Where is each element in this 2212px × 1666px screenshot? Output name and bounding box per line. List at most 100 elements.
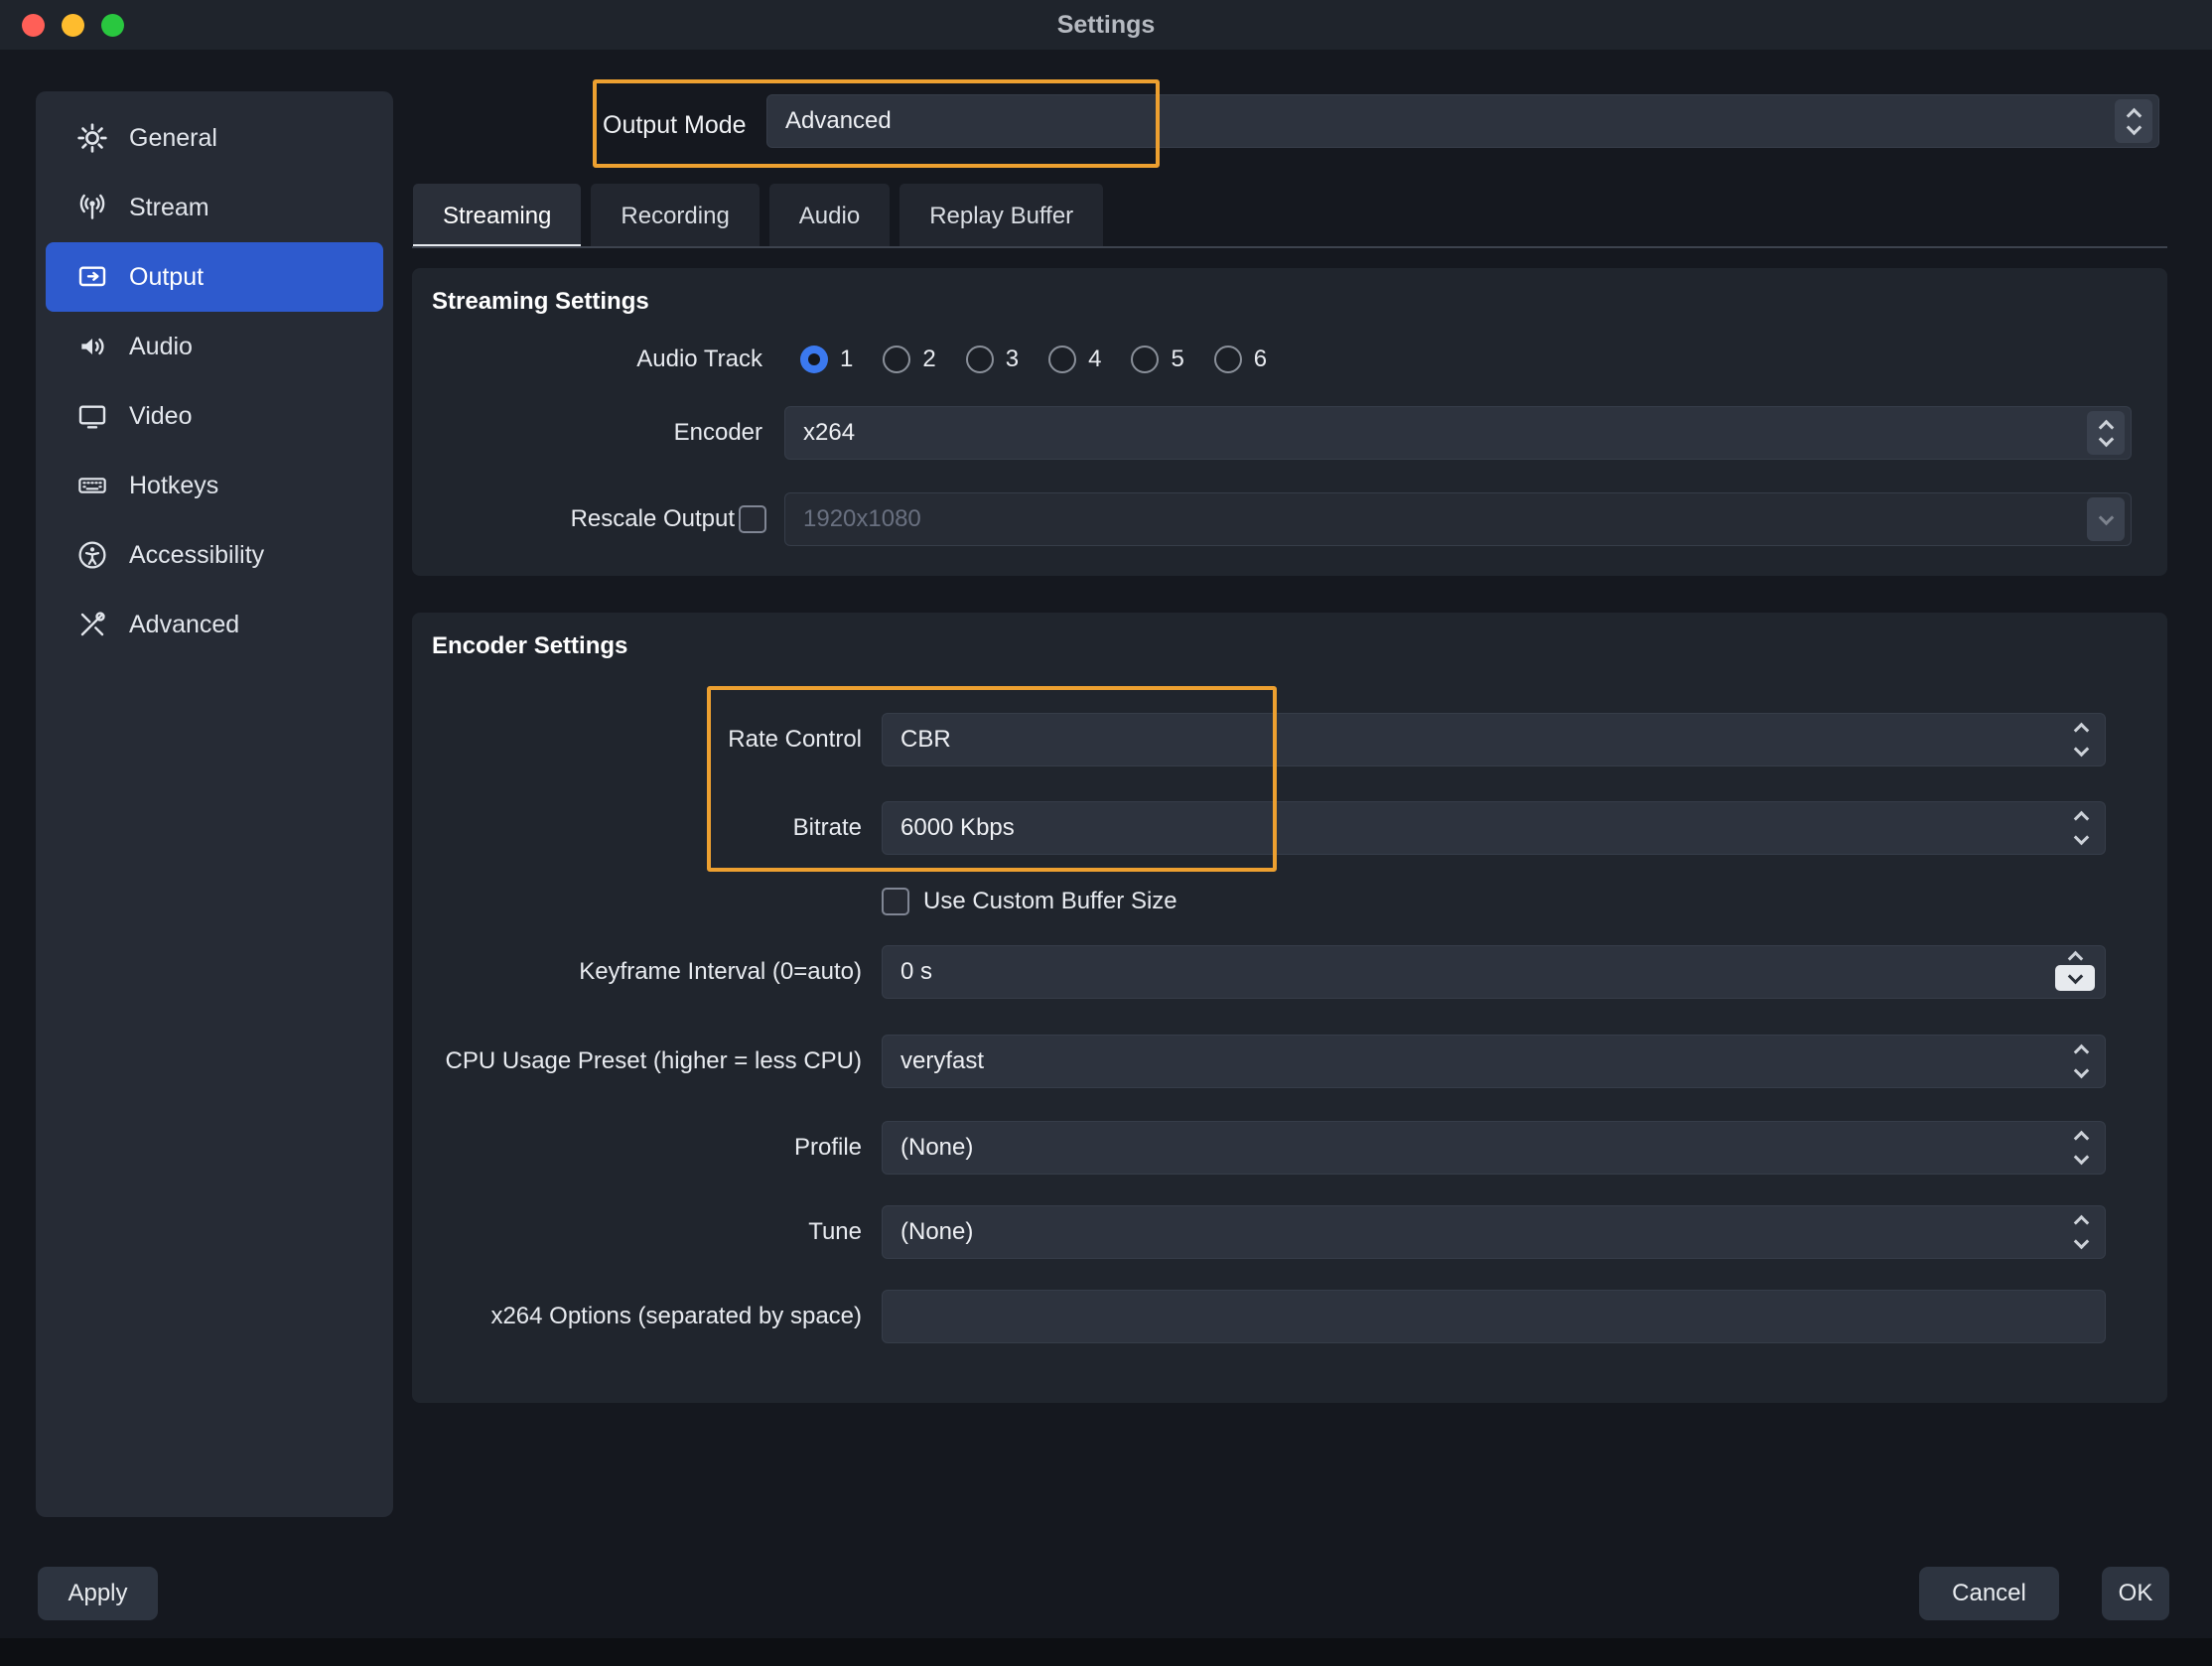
- sidebar-item-label: Stream: [129, 194, 209, 222]
- sidebar-item-advanced[interactable]: Advanced: [46, 590, 383, 659]
- bitrate-spinbox[interactable]: 6000 Kbps: [882, 801, 2106, 855]
- tune-select[interactable]: (None): [882, 1205, 2106, 1259]
- streaming-settings-title: Streaming Settings: [432, 288, 649, 316]
- audio-track-option-5[interactable]: 5: [1131, 346, 1183, 373]
- speaker-icon: [75, 330, 109, 363]
- chevron-up-icon: [2074, 810, 2090, 826]
- cpu-preset-stepper[interactable]: [2076, 1046, 2087, 1076]
- chevron-down-icon: [2074, 1234, 2090, 1250]
- audio-track-option-6[interactable]: 6: [1214, 346, 1267, 373]
- encoder-select[interactable]: x264: [784, 406, 2132, 460]
- keyframe-stepper[interactable]: [2055, 953, 2095, 991]
- rate-control-label: Rate Control: [412, 726, 862, 754]
- sidebar-item-label: General: [129, 124, 217, 153]
- window-title: Settings: [1057, 11, 1156, 40]
- apply-button[interactable]: Apply: [38, 1567, 158, 1620]
- rescale-output-checkbox[interactable]: [739, 505, 766, 533]
- keyframe-interval-value: 0 s: [883, 958, 2055, 986]
- profile-stepper[interactable]: [2076, 1133, 2087, 1163]
- sidebar-item-stream[interactable]: Stream: [46, 173, 383, 242]
- profile-select[interactable]: (None): [882, 1121, 2106, 1175]
- sidebar-item-label: Output: [129, 263, 204, 292]
- encoder-settings-panel: Encoder Settings Rate Control CBR Bitrat…: [412, 613, 2167, 1403]
- encoder-stepper[interactable]: [2087, 411, 2125, 455]
- cpu-usage-preset-select[interactable]: veryfast: [882, 1035, 2106, 1088]
- use-custom-buffer-label: Use Custom Buffer Size: [923, 888, 1177, 915]
- encoder-label: Encoder: [412, 419, 762, 447]
- chevron-down-icon: [2067, 969, 2083, 985]
- audio-track-option-2[interactable]: 2: [883, 346, 935, 373]
- chevron-down-icon: [2074, 1063, 2090, 1079]
- audio-track-label: Audio Track: [412, 346, 762, 373]
- rescale-dropdown-button[interactable]: [2087, 497, 2125, 541]
- chevron-up-icon: [2067, 951, 2083, 967]
- keyframe-interval-row: Keyframe Interval (0=auto) 0 s: [412, 945, 2106, 999]
- rescale-resolution-value: 1920x1080: [785, 505, 2087, 533]
- sidebar-item-label: Audio: [129, 333, 193, 361]
- output-mode-stepper[interactable]: [2115, 99, 2152, 143]
- encoder-value: x264: [785, 419, 2087, 447]
- sidebar-item-output[interactable]: Output: [46, 242, 383, 312]
- chevron-up-icon: [2074, 723, 2090, 739]
- cpu-usage-preset-label: CPU Usage Preset (higher = less CPU): [412, 1047, 862, 1075]
- keyframe-interval-label: Keyframe Interval (0=auto): [412, 958, 862, 986]
- rescale-output-label: Rescale Output: [412, 505, 735, 533]
- keyframe-interval-spinbox[interactable]: 0 s: [882, 945, 2106, 999]
- output-tabs: Streaming Recording Audio Replay Buffer: [413, 184, 1103, 248]
- radio-selected-icon: [800, 346, 828, 373]
- sidebar-item-video[interactable]: Video: [46, 381, 383, 451]
- settings-window: Settings General Stream Output Audio: [0, 0, 2212, 1666]
- tab-audio[interactable]: Audio: [769, 184, 890, 248]
- chevron-down-icon: [2074, 829, 2090, 845]
- cancel-button[interactable]: Cancel: [1919, 1567, 2059, 1620]
- titlebar: Settings: [0, 0, 2212, 50]
- close-window-button[interactable]: [22, 14, 45, 37]
- radio-icon: [1048, 346, 1076, 373]
- tab-streaming[interactable]: Streaming: [413, 184, 581, 248]
- tab-recording[interactable]: Recording: [591, 184, 759, 248]
- zoom-window-button[interactable]: [101, 14, 124, 37]
- bitrate-stepper[interactable]: [2076, 813, 2087, 843]
- audio-track-option-1[interactable]: 1: [800, 346, 853, 373]
- keyboard-icon: [75, 469, 109, 502]
- encoder-row: Encoder x264: [412, 406, 2132, 460]
- output-mode-select[interactable]: Advanced: [766, 94, 2159, 148]
- rescale-output-row: Rescale Output 1920x1080: [412, 492, 2132, 546]
- use-custom-buffer-checkbox[interactable]: [882, 888, 909, 915]
- radio-icon: [1131, 346, 1159, 373]
- cpu-usage-preset-row: CPU Usage Preset (higher = less CPU) ver…: [412, 1035, 2106, 1088]
- stepper-down-button-focused[interactable]: [2055, 965, 2095, 991]
- chevron-up-icon: [2074, 1044, 2090, 1060]
- radio-label: 3: [1006, 346, 1019, 373]
- cpu-usage-preset-value: veryfast: [883, 1047, 2076, 1075]
- profile-label: Profile: [412, 1134, 862, 1162]
- radio-icon: [883, 346, 910, 373]
- rate-control-stepper[interactable]: [2076, 725, 2087, 755]
- minimize-window-button[interactable]: [62, 14, 84, 37]
- tab-replay-buffer[interactable]: Replay Buffer: [899, 184, 1103, 248]
- chevron-up-icon: [2074, 1131, 2090, 1147]
- chevron-down-icon: [2098, 510, 2114, 526]
- rescale-resolution-select[interactable]: 1920x1080: [784, 492, 2132, 546]
- chevron-down-icon: [2126, 119, 2142, 135]
- sidebar-item-label: Accessibility: [129, 541, 264, 570]
- sidebar-item-audio[interactable]: Audio: [46, 312, 383, 381]
- chevron-down-icon: [2074, 1150, 2090, 1166]
- x264-options-row: x264 Options (separated by space): [412, 1290, 2106, 1343]
- radio-label: 1: [840, 346, 853, 373]
- sidebar-item-hotkeys[interactable]: Hotkeys: [46, 451, 383, 520]
- x264-options-input[interactable]: [882, 1290, 2106, 1343]
- sidebar-item-general[interactable]: General: [46, 103, 383, 173]
- audio-track-option-4[interactable]: 4: [1048, 346, 1101, 373]
- audio-track-option-3[interactable]: 3: [966, 346, 1019, 373]
- output-mode-value: Advanced: [767, 107, 2115, 135]
- tune-stepper[interactable]: [2076, 1217, 2087, 1247]
- ok-button[interactable]: OK: [2102, 1567, 2169, 1620]
- sidebar-item-label: Video: [129, 402, 193, 431]
- tune-label: Tune: [412, 1218, 862, 1246]
- tab-divider: [412, 246, 2167, 248]
- sidebar-item-accessibility[interactable]: Accessibility: [46, 520, 383, 590]
- gear-icon: [75, 121, 109, 155]
- rate-control-select[interactable]: CBR: [882, 713, 2106, 766]
- chevron-up-icon: [2074, 1215, 2090, 1231]
